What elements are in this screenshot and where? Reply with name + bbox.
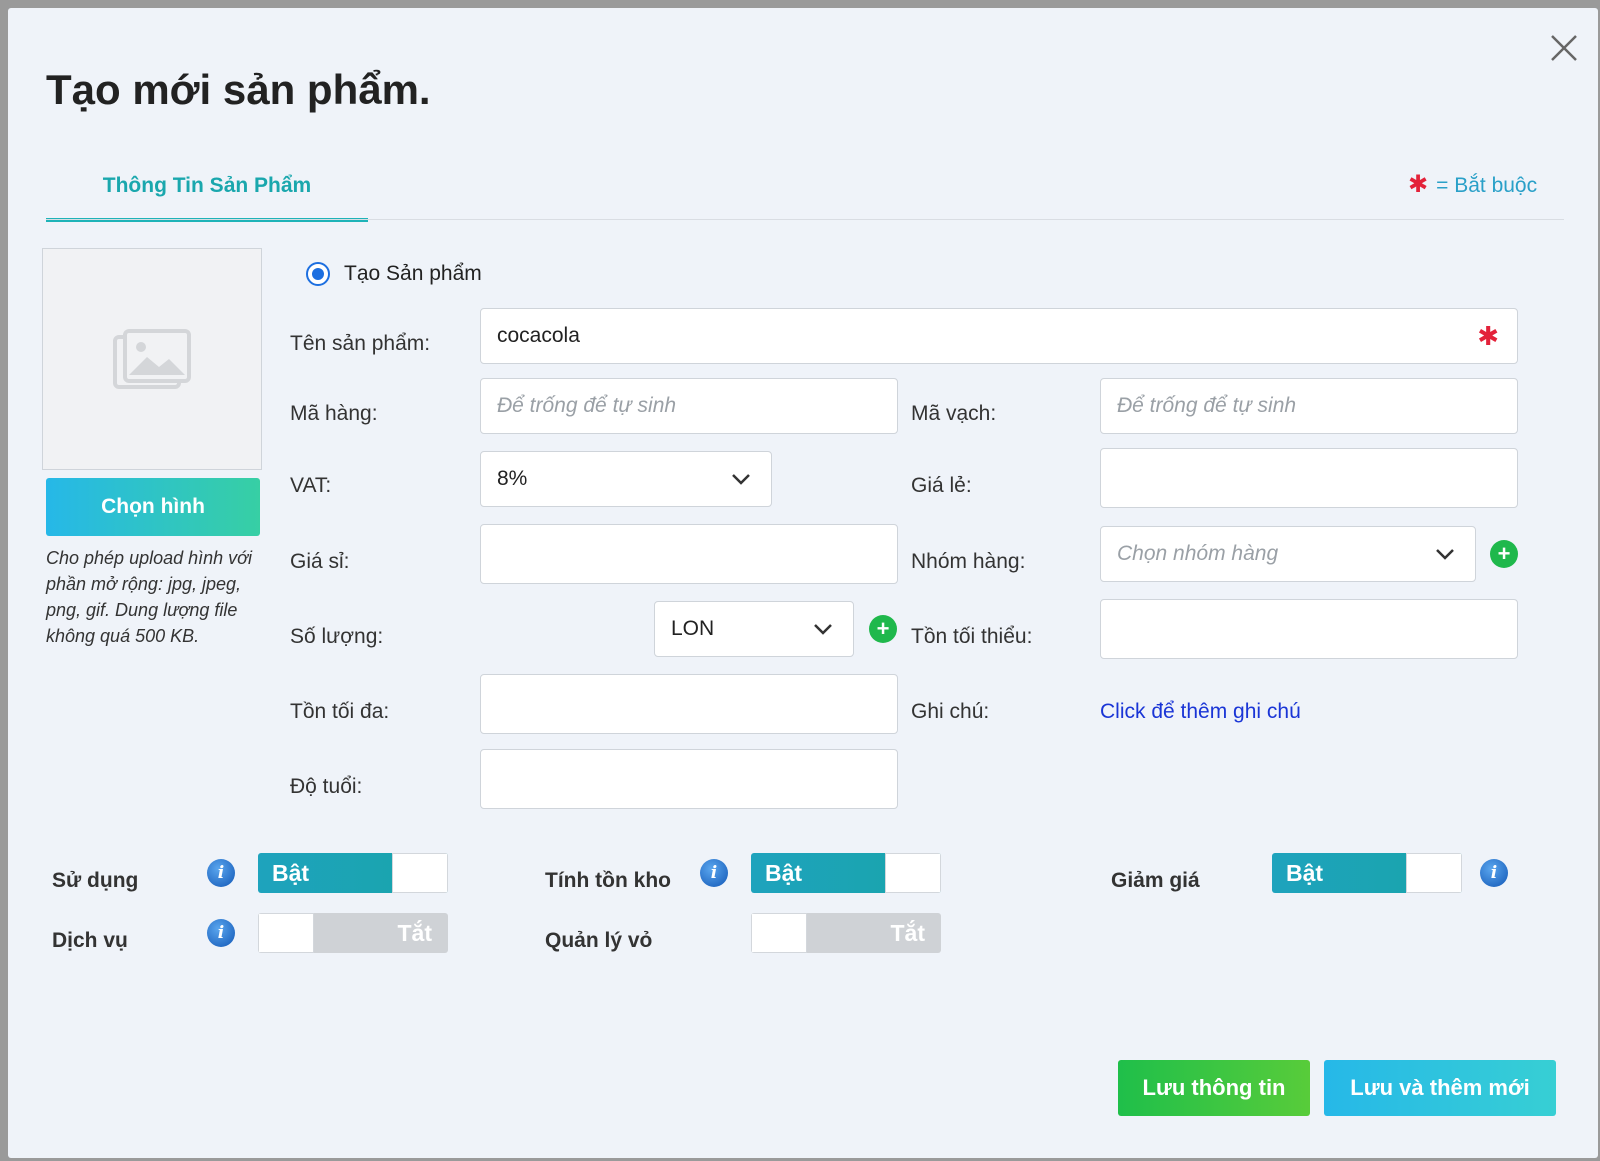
use-toggle-label: Sử dụng xyxy=(52,869,139,892)
max-stock-input[interactable] xyxy=(480,674,898,734)
toggle-knob xyxy=(258,913,314,953)
info-icon[interactable]: i xyxy=(700,859,728,887)
create-product-modal: Tạo mới sản phẩm. Thông Tin Sản Phẩm ✱ = … xyxy=(8,8,1598,1158)
create-product-radio-label: Tạo Sản phẩm xyxy=(344,262,482,285)
product-image-preview xyxy=(42,248,262,470)
image-placeholder-icon xyxy=(113,329,191,389)
unit-value: LON xyxy=(671,617,715,640)
required-legend: ✱ = Bắt buộc xyxy=(1408,170,1537,199)
shell-mgmt-toggle-label: Quản lý vỏ xyxy=(545,929,653,952)
shell-mgmt-toggle-state: Tắt xyxy=(890,920,926,946)
save-button[interactable]: Lưu thông tin xyxy=(1118,1060,1310,1116)
discount-toggle[interactable]: Bật xyxy=(1272,853,1462,893)
wholesale-price-label: Giá sỉ: xyxy=(290,550,350,573)
chevron-down-icon xyxy=(814,624,832,635)
tab-divider xyxy=(46,219,1564,220)
create-product-radio-row[interactable]: Tạo Sản phẩm xyxy=(306,262,482,286)
required-star-icon: ✱ xyxy=(1408,171,1429,198)
barcode-label: Mã vạch: xyxy=(911,402,997,425)
inventory-toggle-state: Bật xyxy=(765,860,803,886)
retail-price-label: Giá lẻ: xyxy=(911,474,972,497)
modal-title: Tạo mới sản phẩm. xyxy=(46,66,431,113)
inventory-toggle-label: Tính tồn kho xyxy=(545,869,671,892)
add-unit-button[interactable]: + xyxy=(869,615,897,643)
backdrop xyxy=(0,0,8,1161)
add-note-link[interactable]: Click để thêm ghi chú xyxy=(1100,700,1301,724)
barcode-input[interactable]: Để trống để tự sinh xyxy=(1100,378,1518,434)
unit-select[interactable]: LON xyxy=(654,601,854,657)
group-placeholder: Chọn nhóm hàng xyxy=(1117,542,1279,565)
retail-price-input[interactable] xyxy=(1100,448,1518,508)
inventory-toggle[interactable]: Bật xyxy=(751,853,941,893)
product-name-value: cocacola xyxy=(497,324,580,347)
close-icon[interactable] xyxy=(1546,30,1582,66)
use-toggle-state: Bật xyxy=(272,860,310,886)
vat-value: 8% xyxy=(497,467,528,490)
save-and-new-button[interactable]: Lưu và thêm mới xyxy=(1324,1060,1556,1116)
info-icon[interactable]: i xyxy=(1480,859,1508,887)
chevron-down-icon xyxy=(1436,549,1454,560)
sku-label: Mã hàng: xyxy=(290,402,378,425)
upload-note: Cho phép upload hình với phần mở rộng: j… xyxy=(46,548,253,646)
info-icon[interactable]: i xyxy=(207,859,235,887)
quantity-label: Số lượng: xyxy=(290,625,384,648)
age-input[interactable] xyxy=(480,749,898,809)
toggle-knob xyxy=(392,853,448,893)
group-select[interactable]: Chọn nhóm hàng xyxy=(1100,526,1476,582)
min-stock-label: Tồn tối thiểu: xyxy=(911,625,1033,648)
discount-toggle-state: Bật xyxy=(1286,860,1324,886)
sku-input[interactable]: Để trống để tự sinh xyxy=(480,378,898,434)
product-name-label: Tên sản phẩm: xyxy=(290,332,431,355)
info-icon[interactable]: i xyxy=(207,919,235,947)
required-legend-text: = Bắt buộc xyxy=(1436,174,1538,197)
required-star-icon: ✱ xyxy=(1477,321,1499,351)
toggle-knob xyxy=(1406,853,1462,893)
service-toggle[interactable]: Tắt xyxy=(258,913,448,953)
note-label: Ghi chú: xyxy=(911,700,990,723)
chevron-down-icon xyxy=(732,474,750,485)
age-label: Độ tuổi: xyxy=(290,775,363,798)
create-product-radio[interactable] xyxy=(306,262,330,286)
service-toggle-state: Tắt xyxy=(397,920,433,946)
choose-image-button[interactable]: Chọn hình xyxy=(46,478,260,536)
tab-product-info[interactable]: Thông Tin Sản Phẩm xyxy=(46,158,368,222)
wholesale-price-input[interactable] xyxy=(480,524,898,584)
max-stock-label: Tồn tối đa: xyxy=(290,700,390,723)
service-toggle-label: Dịch vụ xyxy=(52,929,128,952)
toggle-knob xyxy=(751,913,807,953)
vat-label: VAT: xyxy=(290,474,332,497)
toggle-knob xyxy=(885,853,941,893)
use-toggle[interactable]: Bật xyxy=(258,853,448,893)
product-name-input[interactable]: cocacola ✱ xyxy=(480,308,1518,364)
group-label: Nhóm hàng: xyxy=(911,550,1026,573)
discount-toggle-label: Giảm giá xyxy=(1111,869,1200,892)
min-stock-input[interactable] xyxy=(1100,599,1518,659)
shell-mgmt-toggle[interactable]: Tắt xyxy=(751,913,941,953)
add-group-button[interactable]: + xyxy=(1490,540,1518,568)
vat-select[interactable]: 8% xyxy=(480,451,772,507)
